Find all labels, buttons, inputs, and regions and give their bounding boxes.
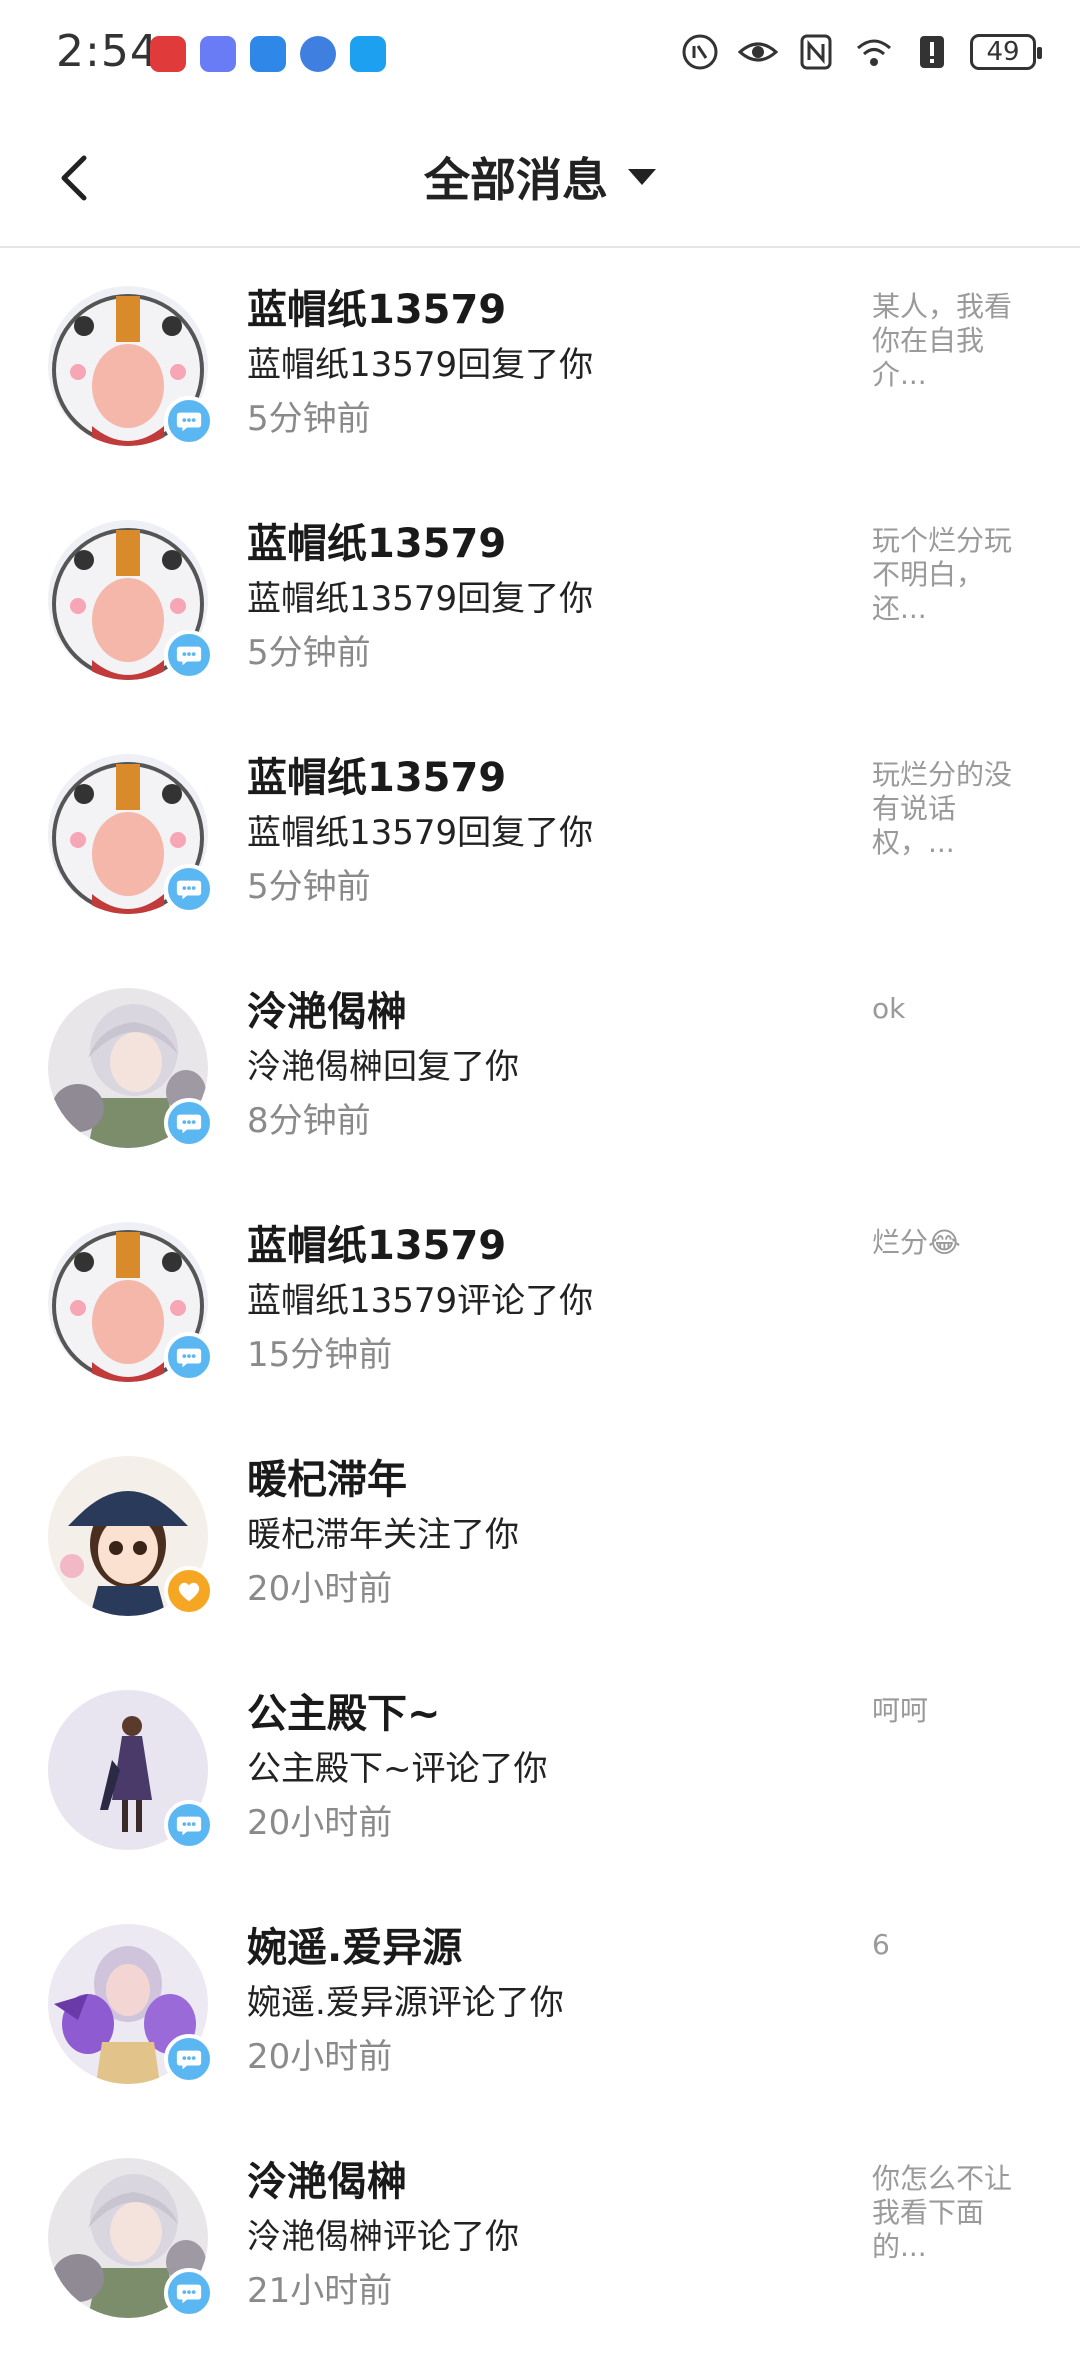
huawei-icon — [150, 36, 186, 72]
comment-badge-icon — [164, 1800, 214, 1850]
message-row[interactable]: 公主殿下~ 公主殿下~评论了你 20小时前 呵呵 — [0, 1652, 1080, 1886]
message-time: 5分钟前 — [247, 867, 371, 907]
message-text: 暖杞滞年 暖杞滞年关注了你 20小时前 — [247, 1452, 847, 1616]
message-action: 泠滟偈榊评论了你 — [247, 2217, 519, 2257]
avatar-container[interactable] — [48, 1924, 214, 2084]
status-time: 2:54 — [56, 26, 159, 77]
message-time: 8分钟前 — [247, 1101, 371, 1141]
sender-name[interactable]: 蓝帽纸13579 — [247, 750, 847, 806]
sender-name[interactable]: 蓝帽纸13579 — [247, 516, 847, 572]
message-action: 蓝帽纸13579回复了你 — [247, 579, 594, 619]
avatar-container[interactable] — [48, 988, 214, 1148]
message-row[interactable]: 蓝帽纸13579 蓝帽纸13579回复了你 5分钟前 某人，我看你在自我介... — [0, 248, 1080, 482]
avatar-container[interactable] — [48, 1690, 214, 1850]
message-text: 泠滟偈榊 泠滟偈榊回复了你 8分钟前 — [247, 984, 847, 1148]
message-time: 20小时前 — [247, 1569, 393, 1609]
message-row[interactable]: 泠滟偈榊 泠滟偈榊评论了你 21小时前 你怎么不让我看下面的... — [0, 2120, 1080, 2354]
message-time: 5分钟前 — [247, 399, 371, 439]
message-action: 公主殿下~评论了你 — [247, 1749, 548, 1789]
message-text: 蓝帽纸13579 蓝帽纸13579回复了你 5分钟前 — [247, 516, 847, 680]
message-preview: 6 — [872, 1928, 890, 1961]
message-text: 蓝帽纸13579 蓝帽纸13579回复了你 5分钟前 — [247, 282, 847, 446]
message-preview: 烂分😂 — [872, 1226, 961, 1259]
message-action: 蓝帽纸13579评论了你 — [247, 1281, 594, 1321]
message-preview: ok — [872, 992, 906, 1025]
cloud-icon — [250, 36, 286, 72]
avatar-container[interactable] — [48, 754, 214, 914]
message-preview: 呵呵 — [872, 1694, 929, 1727]
search-app-icon — [350, 36, 386, 72]
comment-badge-icon — [164, 2034, 214, 2084]
wifi-icon — [857, 39, 891, 66]
comment-badge-icon — [164, 864, 214, 914]
message-text: 泠滟偈榊 泠滟偈榊评论了你 21小时前 — [247, 2154, 847, 2318]
message-time: 20小时前 — [247, 1803, 393, 1843]
message-action: 蓝帽纸13579回复了你 — [247, 345, 594, 385]
alert-icon — [920, 36, 944, 68]
message-list: 蓝帽纸13579 蓝帽纸13579回复了你 5分钟前 某人，我看你在自我介...… — [0, 248, 1080, 2354]
message-action: 泠滟偈榊回复了你 — [247, 1047, 519, 1087]
header: 全部消息 — [0, 110, 1080, 248]
heart-badge-icon — [164, 1566, 214, 1616]
browser-icon — [300, 36, 336, 72]
message-time: 5分钟前 — [247, 633, 371, 673]
dropdown-arrow-icon — [628, 169, 656, 185]
battery-indicator: 49 — [970, 34, 1042, 70]
comment-badge-icon — [164, 2268, 214, 2318]
notification-icons — [150, 36, 386, 72]
music-icon — [200, 36, 236, 72]
message-action: 蓝帽纸13579回复了你 — [247, 813, 594, 853]
status-bar: 2:54 49 — [0, 0, 1080, 110]
avatar-container[interactable] — [48, 520, 214, 680]
message-preview: 玩个烂分玩不明白，还... — [872, 524, 1013, 625]
message-time: 21小时前 — [247, 2271, 393, 2311]
avatar-container[interactable] — [48, 1456, 214, 1616]
message-row[interactable]: 泠滟偈榊 泠滟偈榊回复了你 8分钟前 ok — [0, 950, 1080, 1184]
message-row[interactable]: 蓝帽纸13579 蓝帽纸13579回复了你 5分钟前 玩烂分的没有说话权，... — [0, 716, 1080, 950]
avatar-container[interactable] — [48, 1222, 214, 1382]
message-action: 婉遥.爱异源评论了你 — [247, 1983, 564, 2023]
avatar-container[interactable] — [48, 286, 214, 446]
comment-badge-icon — [164, 630, 214, 680]
message-preview: 玩烂分的没有说话权，... — [872, 758, 1013, 859]
message-time: 20小时前 — [247, 2037, 393, 2077]
sender-name[interactable]: 泠滟偈榊 — [247, 984, 847, 1040]
comment-badge-icon — [164, 396, 214, 446]
sender-name[interactable]: 公主殿下~ — [247, 1686, 847, 1742]
sender-name[interactable]: 蓝帽纸13579 — [247, 282, 847, 338]
sender-name[interactable]: 泠滟偈榊 — [247, 2154, 847, 2210]
avatar-container[interactable] — [48, 2158, 214, 2318]
page-title: 全部消息 — [424, 153, 608, 207]
message-preview: 你怎么不让我看下面的... — [872, 2162, 1013, 2263]
eye-icon — [738, 42, 778, 62]
message-text: 蓝帽纸13579 蓝帽纸13579回复了你 5分钟前 — [247, 750, 847, 914]
title-selector[interactable]: 全部消息 — [0, 144, 1080, 210]
comment-badge-icon — [164, 1098, 214, 1148]
sender-name[interactable]: 婉遥.爱异源 — [247, 1920, 847, 1976]
message-time: 15分钟前 — [247, 1335, 393, 1375]
sender-name[interactable]: 蓝帽纸13579 — [247, 1218, 847, 1274]
message-row[interactable]: 婉遥.爱异源 婉遥.爱异源评论了你 20小时前 6 — [0, 1886, 1080, 2120]
comment-badge-icon — [164, 1332, 214, 1382]
sender-name[interactable]: 暖杞滞年 — [247, 1452, 847, 1508]
system-icons: 49 — [680, 32, 1042, 72]
message-row[interactable]: 蓝帽纸13579 蓝帽纸13579回复了你 5分钟前 玩个烂分玩不明白，还... — [0, 482, 1080, 716]
hd-call-icon — [682, 34, 718, 70]
message-text: 蓝帽纸13579 蓝帽纸13579评论了你 15分钟前 — [247, 1218, 847, 1382]
message-text: 婉遥.爱异源 婉遥.爱异源评论了你 20小时前 — [247, 1920, 847, 2084]
message-action: 暖杞滞年关注了你 — [247, 1515, 519, 1555]
nfc-icon — [800, 34, 832, 70]
message-row[interactable]: 暖杞滞年 暖杞滞年关注了你 20小时前 — [0, 1418, 1080, 1652]
message-preview: 某人，我看你在自我介... — [872, 290, 1013, 391]
message-text: 公主殿下~ 公主殿下~评论了你 20小时前 — [247, 1686, 847, 1850]
message-row[interactable]: 蓝帽纸13579 蓝帽纸13579评论了你 15分钟前 烂分😂 — [0, 1184, 1080, 1418]
